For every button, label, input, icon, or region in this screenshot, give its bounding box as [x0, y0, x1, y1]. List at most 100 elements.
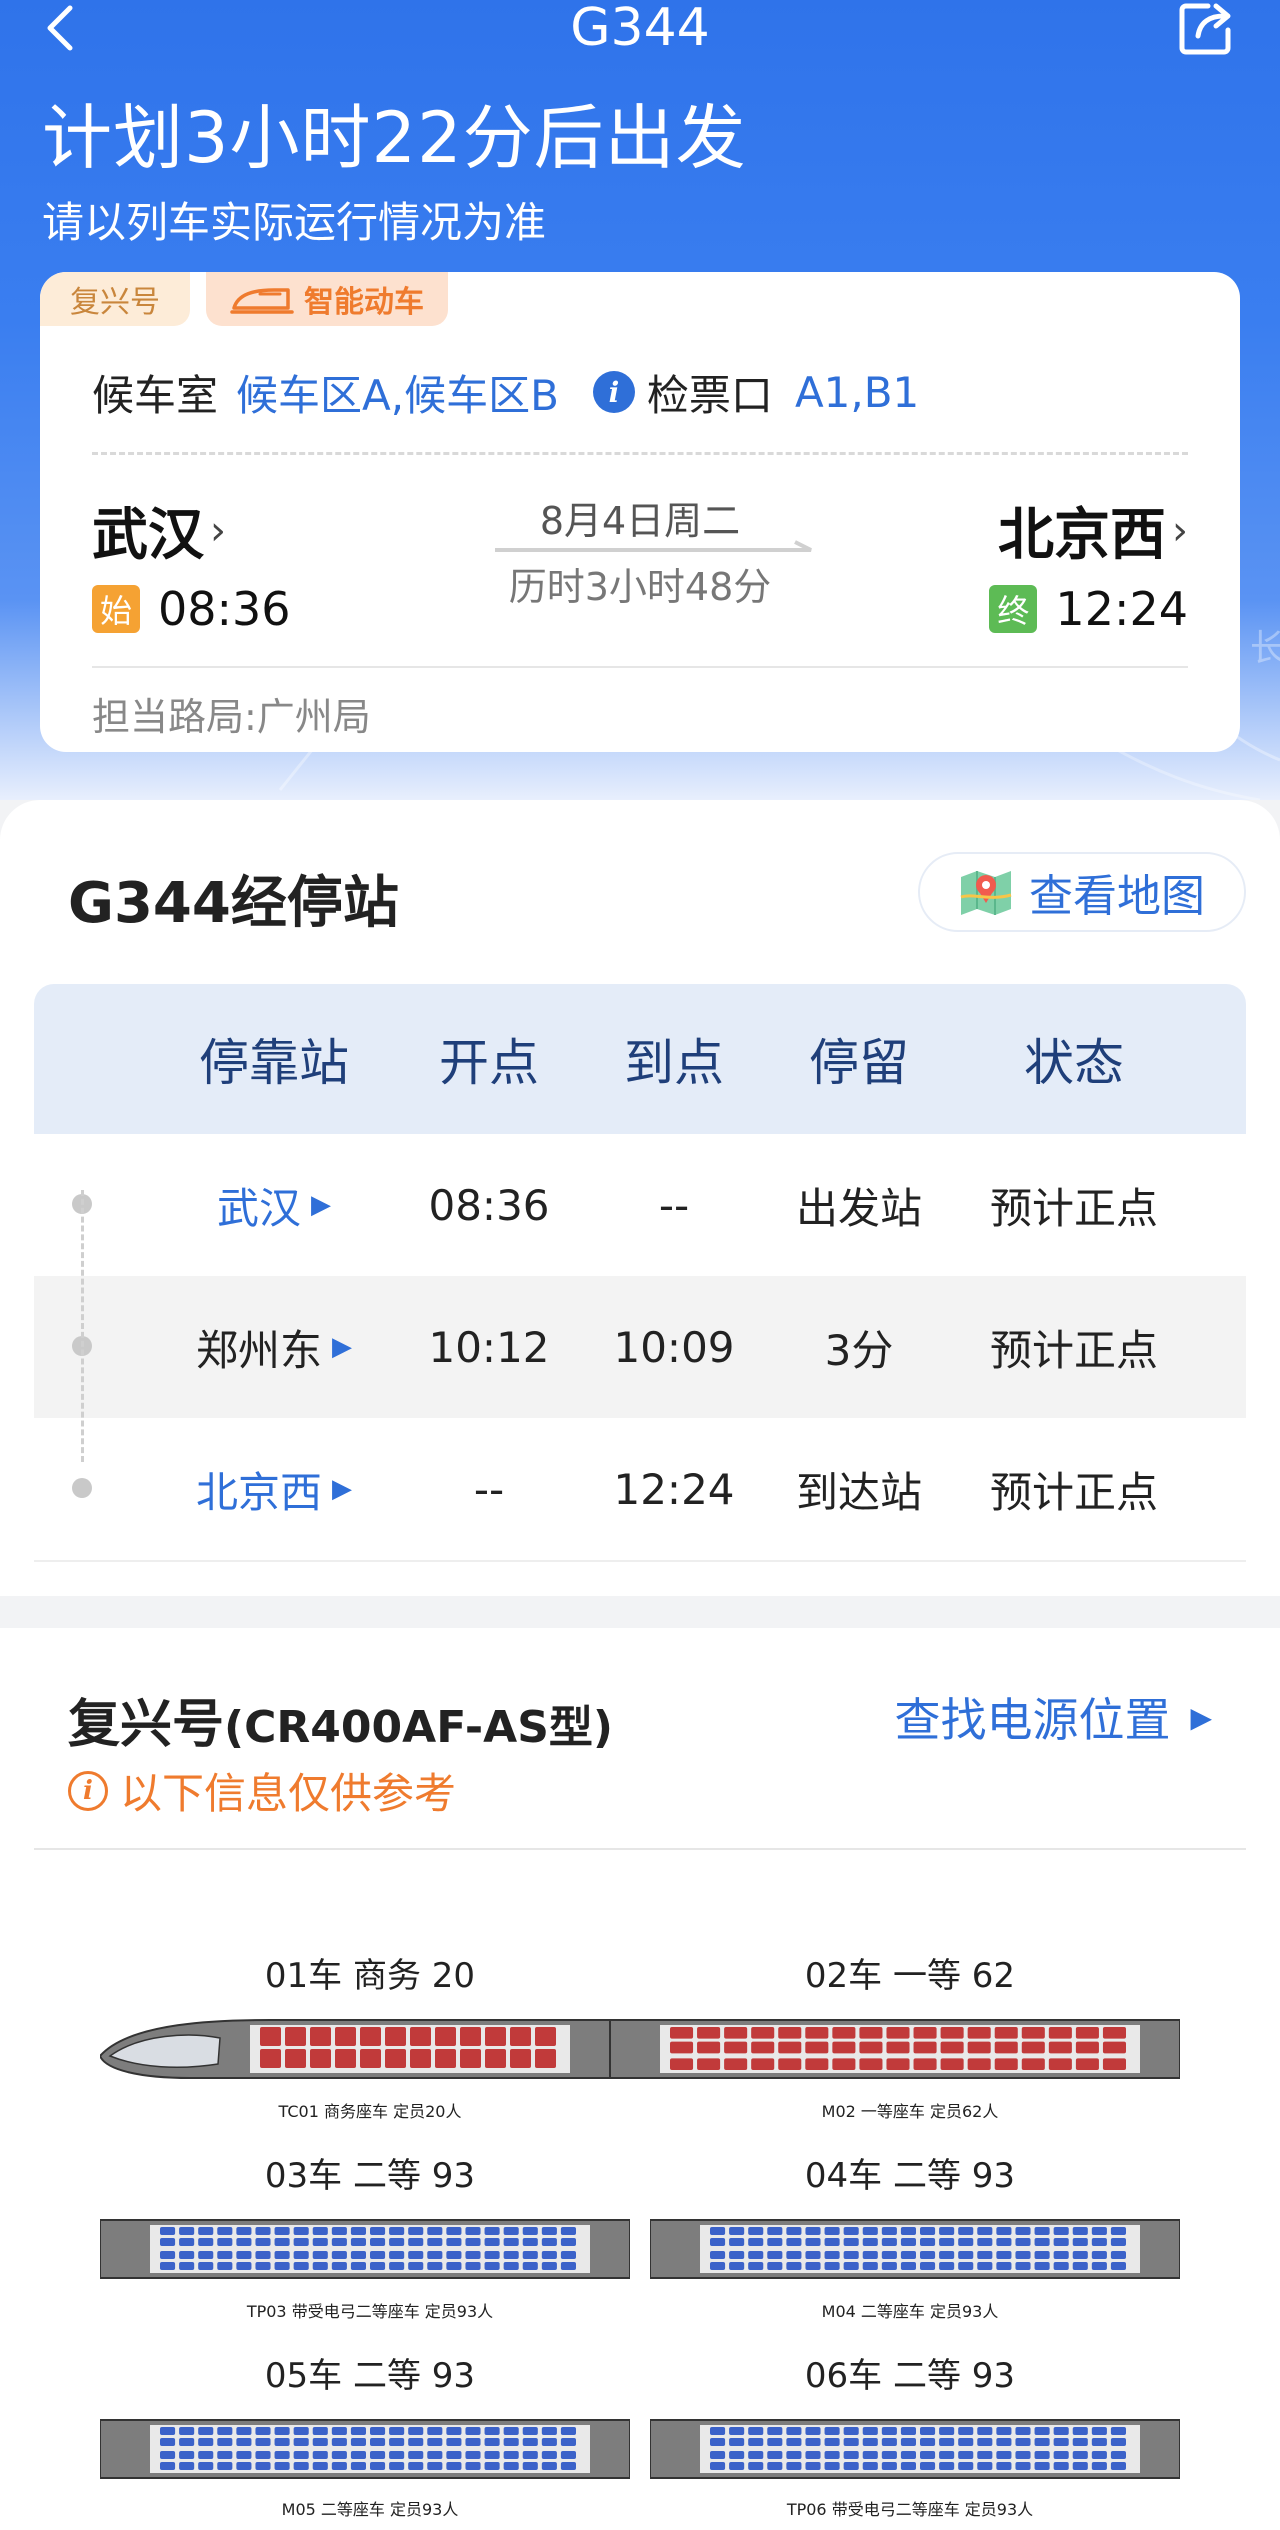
seat	[560, 2238, 576, 2246]
seat	[435, 2049, 456, 2068]
duration-arrow	[495, 540, 812, 552]
seat	[1091, 2251, 1107, 2259]
seat	[996, 2427, 1012, 2435]
page-title: G344	[570, 0, 710, 58]
seat	[541, 2238, 557, 2246]
seat	[198, 2438, 214, 2446]
seat	[862, 2251, 878, 2259]
from-station-link[interactable]: 武汉 ›	[92, 490, 226, 571]
view-map-button[interactable]: 查看地图	[918, 852, 1246, 932]
seat	[1015, 2427, 1031, 2435]
seat	[1091, 2227, 1107, 2235]
seat	[1072, 2427, 1088, 2435]
seat	[503, 2451, 519, 2459]
seat	[824, 2451, 840, 2459]
seat	[1072, 2462, 1088, 2470]
seat	[503, 2238, 519, 2246]
seat	[484, 2427, 500, 2435]
seat	[427, 2238, 443, 2246]
find-power-link[interactable]: 查找电源位置 ▶	[894, 1684, 1212, 1750]
triangle-right-icon: ▶	[1190, 1700, 1212, 1734]
station-cell[interactable]: 郑州东 ▶	[154, 1276, 394, 1418]
table-row[interactable]: 郑州东 ▶ 10:12 10:09 3分 预计正点	[34, 1276, 1246, 1418]
seat	[862, 2462, 878, 2470]
waiting-room-value[interactable]: 候车区A,候车区B	[236, 362, 559, 423]
seat	[465, 2262, 481, 2270]
coach-1-diagram[interactable]	[100, 2016, 610, 2082]
table-row[interactable]: 武汉 ▶ 08:36 -- 出发站 预计正点	[34, 1134, 1246, 1276]
seat	[824, 2238, 840, 2246]
coach-6-diagram[interactable]	[650, 2416, 1180, 2482]
divider	[34, 1848, 1246, 1850]
seat	[274, 2451, 290, 2459]
seat	[427, 2462, 443, 2470]
train-model-name: 复兴号	[68, 1695, 225, 1755]
seat	[832, 2058, 856, 2070]
seat	[881, 2462, 897, 2470]
from-station-name: 武汉	[92, 503, 204, 568]
seat	[503, 2438, 519, 2446]
seat	[541, 2462, 557, 2470]
coach-2-diagram[interactable]	[610, 2016, 1180, 2082]
seat	[560, 2451, 576, 2459]
seat	[748, 2462, 764, 2470]
seat	[312, 2238, 328, 2246]
seat	[824, 2438, 840, 2446]
trip-card: 复兴号 智能动车 候车室 候车区A,候车区B i 检票口 A1,B1 武汉 › …	[40, 272, 1240, 752]
seat	[389, 2238, 405, 2246]
seat	[465, 2427, 481, 2435]
seat	[331, 2427, 347, 2435]
seat	[1053, 2438, 1069, 2446]
seat	[881, 2238, 897, 2246]
seat	[385, 2049, 406, 2068]
station-cell[interactable]: 北京西 ▶	[154, 1418, 394, 1560]
seat	[160, 2251, 176, 2259]
seat	[1021, 2058, 1045, 2070]
seat	[435, 2027, 456, 2046]
seat	[293, 2462, 309, 2470]
seat	[331, 2227, 347, 2235]
seat	[900, 2451, 916, 2459]
seat	[503, 2427, 519, 2435]
seat	[293, 2438, 309, 2446]
triangle-right-icon: ▶	[332, 1474, 352, 1504]
seat	[824, 2462, 840, 2470]
seat	[331, 2251, 347, 2259]
seat	[446, 2427, 462, 2435]
seat	[179, 2262, 195, 2270]
seat	[862, 2438, 878, 2446]
seat	[255, 2262, 271, 2270]
info-icon[interactable]: i	[592, 371, 635, 413]
seat	[977, 2238, 993, 2246]
seat	[977, 2438, 993, 2446]
coach-4-diagram[interactable]	[650, 2216, 1180, 2282]
seat	[724, 2058, 748, 2070]
coach-3-diagram[interactable]	[100, 2216, 630, 2282]
coach-label: 06车 二等 93	[804, 2356, 1016, 2396]
seat	[697, 2058, 721, 2070]
waiting-info: 候车室 候车区A,候车区B i 检票口 A1,B1	[92, 364, 1192, 420]
seat	[217, 2451, 233, 2459]
seat	[832, 2041, 856, 2054]
seat	[670, 2041, 694, 2054]
seat	[1034, 2427, 1050, 2435]
seat	[996, 2438, 1012, 2446]
seat	[370, 2427, 386, 2435]
coach-5-diagram[interactable]	[100, 2416, 630, 2482]
seat	[160, 2238, 176, 2246]
stay-duration: 到达站	[795, 1467, 922, 1517]
to-station-link[interactable]: 北京西 ›	[998, 490, 1188, 571]
table-row[interactable]: 北京西 ▶ -- 12:24 到达站 预计正点	[34, 1418, 1246, 1560]
seat	[236, 2438, 252, 2446]
seat	[994, 2041, 1018, 2054]
seat	[274, 2427, 290, 2435]
station-cell[interactable]: 武汉 ▶	[154, 1134, 394, 1276]
stop-status: 预计正点	[989, 1325, 1158, 1375]
seat	[310, 2049, 331, 2068]
seat	[560, 2462, 576, 2470]
seat	[370, 2227, 386, 2235]
seat	[729, 2238, 745, 2246]
share-button[interactable]	[1178, 0, 1234, 56]
seat	[427, 2438, 443, 2446]
seat	[767, 2427, 783, 2435]
